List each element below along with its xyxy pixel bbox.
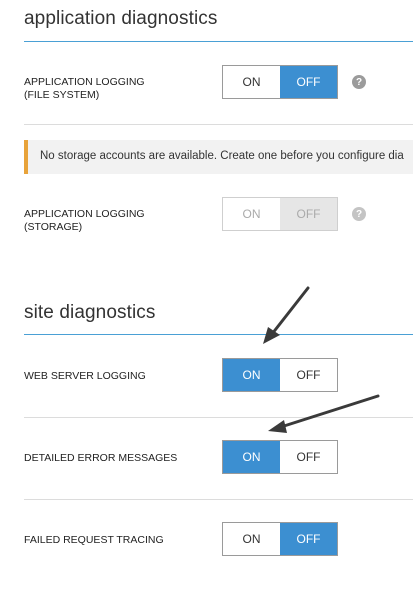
annotation-arrow-2	[268, 394, 380, 433]
app-logging-fs-off-option[interactable]: OFF	[280, 66, 337, 98]
detailed-errors-on-option[interactable]: ON	[223, 441, 280, 473]
app-diagnostics-rule	[24, 41, 413, 42]
detailed-errors-off-option[interactable]: OFF	[280, 441, 337, 473]
app-logging-fs-label-line1: APPLICATION LOGGING	[24, 76, 145, 88]
app-logging-storage-label: APPLICATION LOGGING (STORAGE)	[24, 208, 145, 234]
detailed-errors-label: DETAILED ERROR MESSAGES	[24, 452, 178, 464]
annotation-arrow-1	[263, 286, 310, 344]
storage-warning-text: No storage accounts are available. Creat…	[40, 150, 404, 162]
help-icon: ?	[352, 207, 366, 221]
app-diagnostics-title: application diagnostics	[24, 8, 218, 29]
failed-request-tracing-toggle[interactable]: ON OFF	[222, 522, 338, 556]
row-divider	[24, 124, 413, 125]
app-logging-storage-label-line1: APPLICATION LOGGING	[24, 208, 145, 220]
failed-request-tracing-on-option[interactable]: ON	[223, 523, 280, 555]
app-logging-storage-on-option: ON	[242, 207, 261, 221]
web-server-logging-label: WEB SERVER LOGGING	[24, 370, 146, 382]
site-diagnostics-rule	[24, 334, 413, 335]
web-server-logging-toggle[interactable]: ON OFF	[222, 358, 338, 392]
failed-request-tracing-off-option[interactable]: OFF	[280, 523, 337, 555]
web-server-logging-on-option[interactable]: ON	[223, 359, 280, 391]
web-server-logging-off-option[interactable]: OFF	[280, 359, 337, 391]
row-divider	[24, 499, 413, 500]
app-logging-storage-off-option: OFF	[280, 198, 337, 230]
app-logging-fs-on-option[interactable]: ON	[223, 66, 280, 98]
app-logging-storage-toggle: ON OFF	[222, 197, 338, 231]
app-logging-fs-label: APPLICATION LOGGING (FILE SYSTEM)	[24, 76, 145, 102]
app-logging-fs-label-line2: (FILE SYSTEM)	[24, 89, 100, 101]
help-icon[interactable]: ?	[352, 75, 366, 89]
detailed-errors-toggle[interactable]: ON OFF	[222, 440, 338, 474]
storage-warning-banner: No storage accounts are available. Creat…	[24, 140, 413, 174]
site-diagnostics-title: site diagnostics	[24, 302, 156, 323]
app-logging-storage-label-line2: (STORAGE)	[24, 221, 83, 233]
failed-request-tracing-label: FAILED REQUEST TRACING	[24, 534, 164, 546]
app-logging-fs-toggle[interactable]: ON OFF	[222, 65, 338, 99]
